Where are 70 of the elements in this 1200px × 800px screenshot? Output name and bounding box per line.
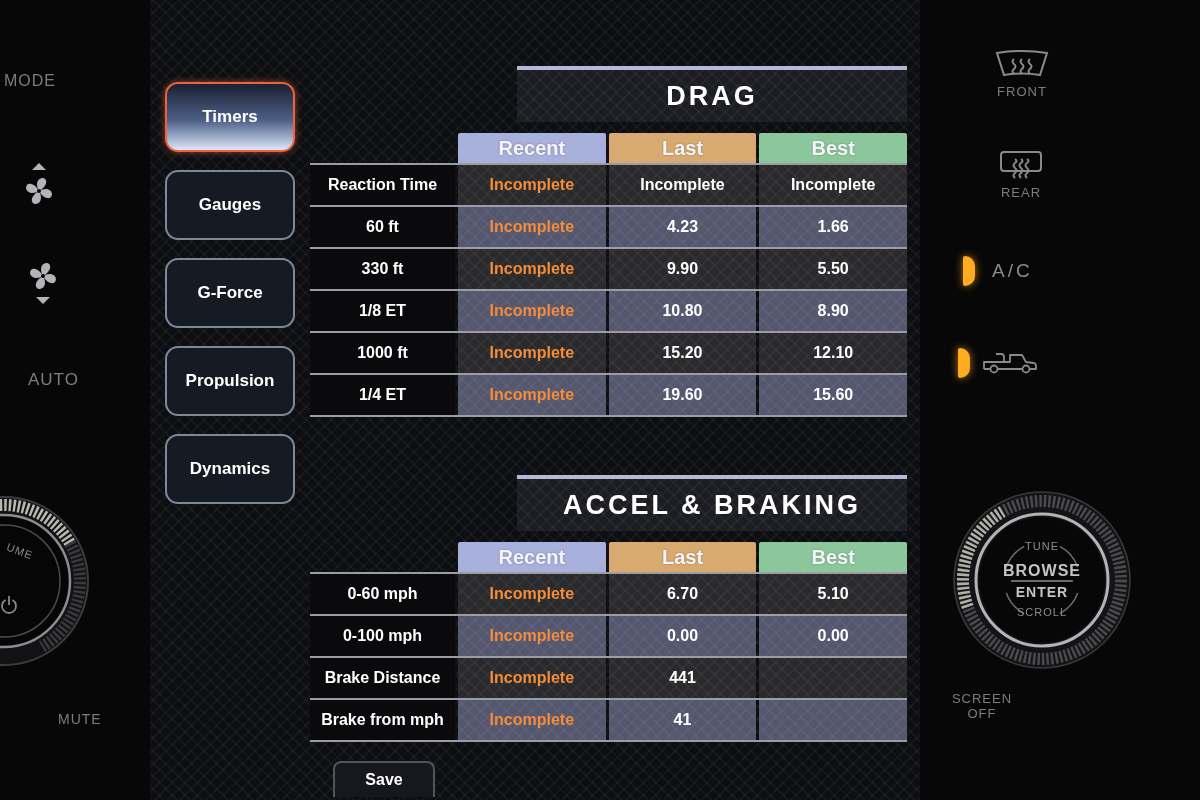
row-label: 60 ft bbox=[310, 207, 455, 247]
mute-label: MUTE bbox=[58, 711, 102, 727]
column-header: Last bbox=[608, 542, 757, 572]
knob-label: BROWSE bbox=[1003, 562, 1081, 580]
row-label: 1000 ft bbox=[310, 333, 455, 373]
table-cell: 4.23 bbox=[608, 207, 757, 247]
table-cell: 0.00 bbox=[759, 616, 907, 656]
table-cell: 441 bbox=[608, 658, 757, 698]
table-cell: Incomplete bbox=[458, 574, 606, 614]
table-cell: 10.80 bbox=[608, 291, 757, 331]
table-cell: Incomplete bbox=[458, 700, 606, 740]
knob-label: SCROLL bbox=[1017, 606, 1067, 619]
rear-label: REAR bbox=[1000, 185, 1042, 200]
table-cell: 1.66 bbox=[759, 207, 907, 247]
table-cell: Incomplete bbox=[458, 375, 606, 415]
table-cell: Incomplete bbox=[458, 165, 606, 205]
table-cell: 12.10 bbox=[759, 333, 907, 373]
row-label: 330 ft bbox=[310, 249, 455, 289]
section-title: DRAG bbox=[666, 80, 758, 112]
nav-tab[interactable]: Dynamics bbox=[165, 434, 295, 504]
auto-label: AUTO bbox=[28, 370, 79, 389]
row-label: 1/8 ET bbox=[310, 291, 455, 331]
table-cell: Incomplete bbox=[458, 249, 606, 289]
column-header: Last bbox=[608, 133, 757, 163]
nav-tab[interactable]: Timers bbox=[165, 82, 295, 152]
table-cell: 9.90 bbox=[608, 249, 757, 289]
column-header: Best bbox=[759, 542, 907, 572]
nav-tab[interactable]: G-Force bbox=[165, 258, 295, 328]
table-cell: 15.60 bbox=[759, 375, 907, 415]
knob-label: UME bbox=[4, 540, 35, 563]
table-cell: 15.20 bbox=[608, 333, 757, 373]
mode-label: MODE bbox=[4, 72, 56, 90]
table-cell: Incomplete bbox=[458, 291, 606, 331]
table-cell: Incomplete bbox=[458, 658, 606, 698]
table-cell: Incomplete bbox=[759, 165, 907, 205]
save-button[interactable]: Save bbox=[333, 761, 435, 797]
front-defrost-icon[interactable] bbox=[995, 50, 1049, 78]
column-header: Recent bbox=[458, 133, 606, 163]
row-label: 0-100 mph bbox=[310, 616, 455, 656]
screen-off-label: SCREEN OFF bbox=[950, 691, 1014, 721]
table-cell: 5.10 bbox=[759, 574, 907, 614]
nav-tab[interactable]: Propulsion bbox=[165, 346, 295, 416]
row-label: Reaction Time bbox=[310, 165, 455, 205]
section-title: ACCEL & BRAKING bbox=[563, 489, 861, 521]
table-cell: Incomplete bbox=[458, 333, 606, 373]
knob-label: ENTER bbox=[1015, 584, 1069, 600]
row-label: Brake from mph bbox=[310, 700, 455, 740]
nav-tab[interactable]: Gauges bbox=[165, 170, 295, 240]
table-cell: 6.70 bbox=[608, 574, 757, 614]
table-cell: Incomplete bbox=[458, 616, 606, 656]
rotary-knob[interactable] bbox=[953, 491, 1131, 669]
column-header: Best bbox=[759, 133, 907, 163]
volume-knob[interactable] bbox=[0, 495, 90, 667]
table-cell: Incomplete bbox=[608, 165, 757, 205]
table-cell: 19.60 bbox=[608, 375, 757, 415]
ac-label: A/C bbox=[992, 260, 1033, 282]
row-label: Brake Distance bbox=[310, 658, 455, 698]
rear-defrost-icon[interactable] bbox=[1000, 151, 1042, 179]
row-label: 0-60 mph bbox=[310, 574, 455, 614]
knob-label: TUNE bbox=[1025, 540, 1059, 553]
table-cell: 8.90 bbox=[759, 291, 907, 331]
front-label: FRONT bbox=[997, 84, 1047, 99]
column-header: Recent bbox=[458, 542, 606, 572]
table-cell: 5.50 bbox=[759, 249, 907, 289]
table-cell: 41 bbox=[608, 700, 757, 740]
pickup-truck-icon[interactable] bbox=[982, 351, 1038, 375]
table-cell: 0.00 bbox=[608, 616, 757, 656]
power-icon bbox=[0, 595, 18, 615]
table-cell: Incomplete bbox=[458, 207, 606, 247]
row-label: 1/4 ET bbox=[310, 375, 455, 415]
